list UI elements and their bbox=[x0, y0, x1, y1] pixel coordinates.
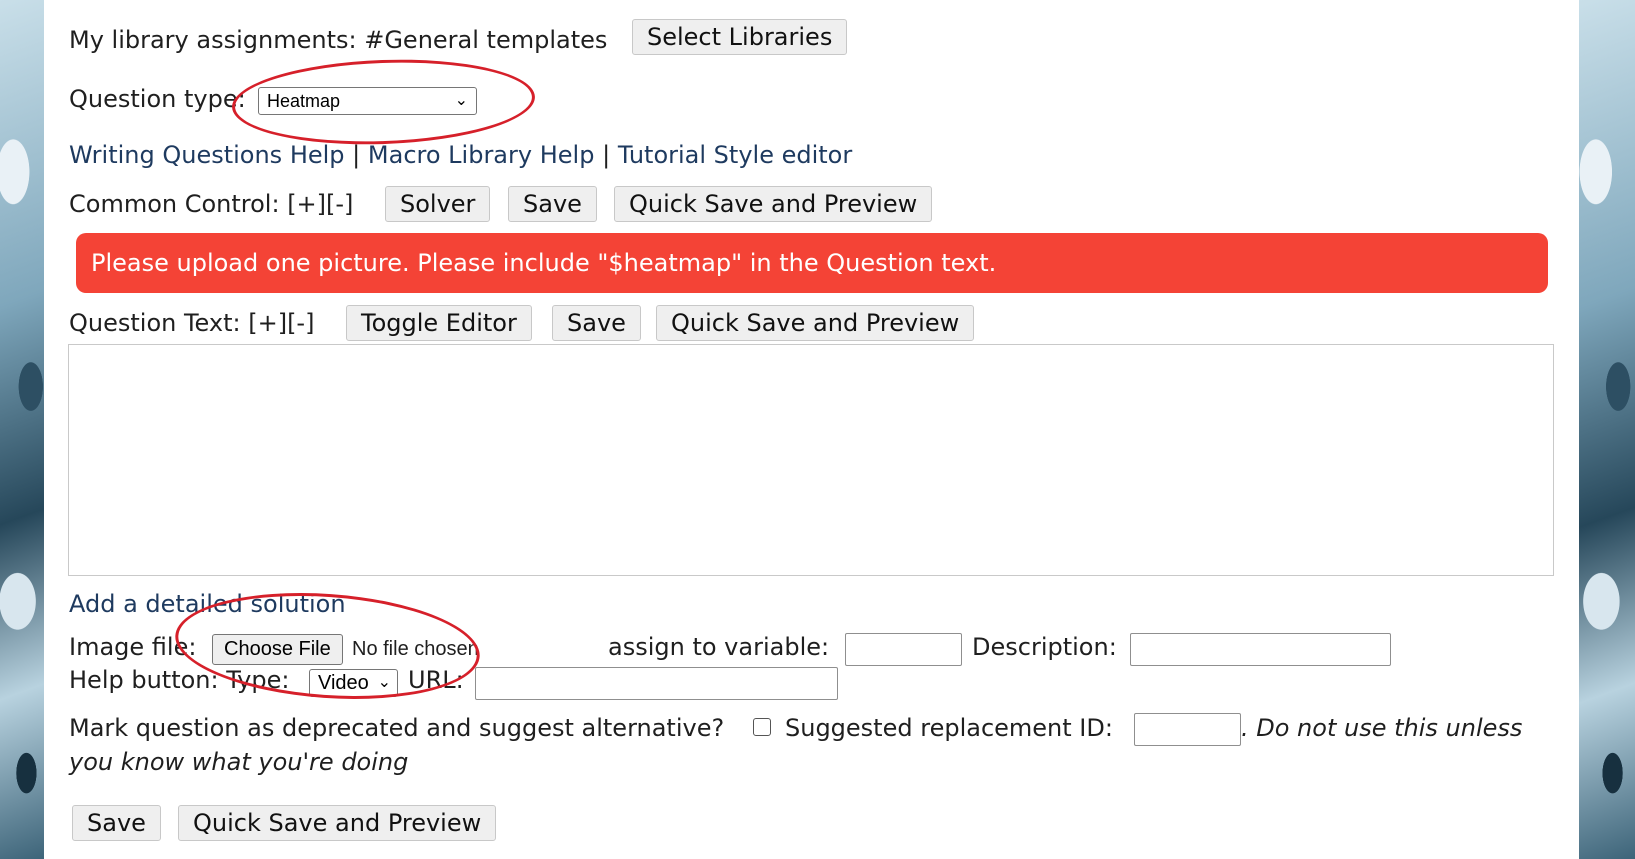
description-label: Description: bbox=[972, 633, 1117, 661]
help-button-label: Help button: Type: bbox=[69, 666, 290, 694]
question-type-select[interactable]: Heatmap ⌄ bbox=[258, 87, 477, 115]
footer-quick-save-preview-button[interactable]: Quick Save and Preview bbox=[178, 805, 497, 841]
assign-variable-input[interactable] bbox=[845, 633, 962, 666]
library-assignments-row: My library assignments: #General templat… bbox=[69, 25, 607, 55]
image-file-label: Image file: bbox=[69, 633, 197, 661]
tutorial-style-editor-link[interactable]: Tutorial Style editor bbox=[618, 141, 852, 169]
toggle-editor-button[interactable]: Toggle Editor bbox=[346, 305, 532, 341]
file-status: No file chosen bbox=[352, 638, 479, 660]
select-libraries-button[interactable]: Select Libraries bbox=[632, 19, 848, 55]
deprecated-warning: . Do not use this unless bbox=[1241, 714, 1523, 742]
background-right bbox=[1579, 0, 1635, 859]
assign-variable-label: assign to variable: bbox=[608, 633, 830, 661]
help-url-input[interactable] bbox=[475, 667, 838, 700]
chevron-down-icon: ⌄ bbox=[454, 92, 468, 109]
question-type-label: Question type: bbox=[69, 85, 246, 113]
deprecated-label: Mark question as deprecated and suggest … bbox=[69, 714, 725, 742]
replacement-id-input[interactable] bbox=[1134, 713, 1241, 746]
chevron-down-icon: ⌄ bbox=[377, 674, 391, 691]
deprecated-checkbox[interactable] bbox=[753, 718, 771, 736]
library-value: #General templates bbox=[364, 26, 608, 54]
question-text-editor[interactable] bbox=[68, 344, 1554, 576]
common-save-button[interactable]: Save bbox=[508, 186, 597, 222]
macro-library-help-link[interactable]: Macro Library Help bbox=[368, 141, 595, 169]
footer-save-button[interactable]: Save bbox=[72, 805, 161, 841]
question-quick-save-preview-button[interactable]: Quick Save and Preview bbox=[656, 305, 975, 341]
alert-banner: Please upload one picture. Please includ… bbox=[76, 233, 1548, 293]
add-solution-link[interactable]: Add a detailed solution bbox=[69, 589, 346, 619]
question-type-selected: Heatmap bbox=[267, 91, 341, 111]
link-separator: | bbox=[352, 141, 361, 169]
background-left bbox=[0, 0, 44, 859]
url-label: URL: bbox=[408, 666, 464, 694]
common-control-label: Common Control: [+][-] bbox=[69, 190, 354, 218]
help-type-select[interactable]: Video ⌄ bbox=[309, 669, 398, 697]
common-quick-save-preview-button[interactable]: Quick Save and Preview bbox=[614, 186, 933, 222]
question-save-button[interactable]: Save bbox=[552, 305, 641, 341]
help-links-row: Writing Questions Help | Macro Library H… bbox=[69, 140, 852, 170]
replacement-id-label: Suggested replacement ID: bbox=[785, 714, 1113, 742]
solver-button[interactable]: Solver bbox=[385, 186, 491, 222]
link-separator: | bbox=[602, 141, 611, 169]
description-input[interactable] bbox=[1130, 633, 1391, 666]
deprecated-warning-continued: you know what you're doing bbox=[69, 748, 409, 776]
question-text-label: Question Text: [+][-] bbox=[69, 309, 315, 337]
writing-questions-help-link[interactable]: Writing Questions Help bbox=[69, 141, 345, 169]
help-type-selected: Video bbox=[318, 672, 369, 694]
library-label: My library assignments: bbox=[69, 26, 357, 54]
choose-file-button[interactable]: Choose File bbox=[212, 634, 343, 665]
